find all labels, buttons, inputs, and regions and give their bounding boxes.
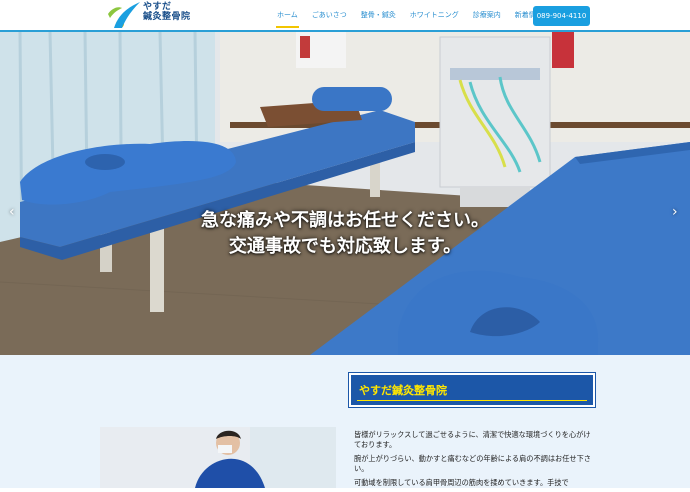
hero-line-1: 急な痛みや不調はお任せください。 bbox=[201, 210, 489, 231]
slider-prev-arrow-icon[interactable]: ‹ bbox=[9, 204, 15, 220]
practitioner-photo bbox=[100, 427, 336, 488]
intro-paragraph: 可動域を制限している肩甲骨周辺の筋肉を揉めていきます。手技で bbox=[354, 478, 569, 487]
nav-whitening[interactable]: ホワイトニング bbox=[409, 8, 460, 22]
main-nav: ホーム ごあいさつ 整骨・鍼灸 ホワイトニング 診療案内 新着情報 bbox=[276, 0, 556, 30]
logo-leaf-icon bbox=[108, 2, 140, 28]
intro-description: 皆様がリラックスして過ごせるように、清潔で快適な環境づくりを心がけております。 … bbox=[354, 430, 594, 492]
slider-next-arrow-icon[interactable]: › bbox=[672, 204, 678, 220]
clinic-title: やすだ鍼灸整骨院 bbox=[359, 384, 447, 397]
hero-slider: 急な痛みや不調はお任せください。 交通事故でも対応致します。 ‹ › bbox=[0, 32, 690, 355]
hero-photo bbox=[0, 32, 690, 355]
logo-text: やすだ 鍼灸整骨院 bbox=[143, 2, 191, 22]
nav-greeting[interactable]: ごあいさつ bbox=[311, 8, 348, 22]
site-header: やすだ 鍼灸整骨院 ホーム ごあいさつ 整骨・鍼灸 ホワイトニング 診療案内 新… bbox=[0, 0, 690, 32]
clinic-logo[interactable]: やすだ 鍼灸整骨院 bbox=[106, 0, 206, 32]
phone-button[interactable]: 089-904-4110 bbox=[533, 6, 590, 26]
nav-clinic-info[interactable]: 診療案内 bbox=[472, 8, 502, 22]
clinic-title-underline bbox=[357, 400, 587, 401]
practitioner-image bbox=[100, 427, 336, 488]
logo-line2: 鍼灸整骨院 bbox=[143, 12, 191, 22]
intro-paragraph: 腕が上がりづらい、動かすと痛むなどの年齢による肩の不調はお任せ下さい。 bbox=[354, 454, 591, 473]
clinic-title-box: やすだ鍼灸整骨院 bbox=[348, 372, 596, 408]
intro-paragraph: 皆様がリラックスして過ごせるように、清潔で快適な環境づくりを心がけております。 bbox=[354, 430, 591, 449]
intro-section: やすだ鍼灸整骨院 皆様がリラックスして過ごせるように、清潔で快適な環境づくりを心… bbox=[0, 355, 690, 488]
nav-home[interactable]: ホーム bbox=[276, 8, 299, 28]
nav-treatment[interactable]: 整骨・鍼灸 bbox=[360, 8, 397, 22]
logo-line1: やすだ bbox=[143, 2, 172, 12]
hero-caption: 急な痛みや不調はお任せください。 交通事故でも対応致します。 bbox=[0, 208, 690, 260]
hero-line-2: 交通事故でも対応致します。 bbox=[228, 236, 462, 257]
